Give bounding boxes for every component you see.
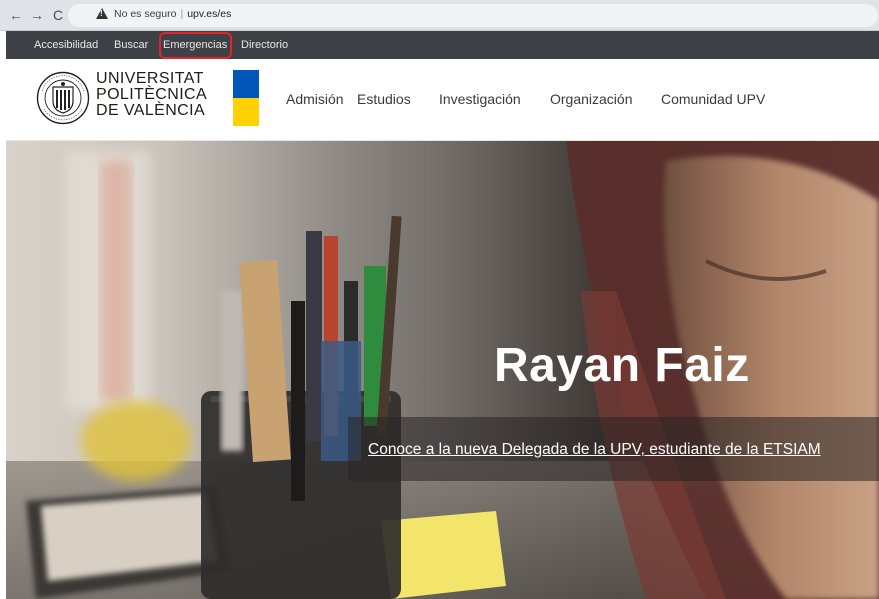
ukraine-flag[interactable] xyxy=(233,70,259,126)
warning-icon[interactable] xyxy=(96,8,108,19)
utility-link-accesibilidad[interactable]: Accesibilidad xyxy=(34,39,98,51)
university-wordmark[interactable]: UNIVERSITAT POLITÈCNICA DE VALÈNCIA xyxy=(96,71,207,119)
security-label: No es seguro xyxy=(114,8,177,20)
nav-organizacion[interactable]: Organización xyxy=(550,91,633,107)
browser-toolbar: ← → C No es seguro|upv.es/es xyxy=(0,0,879,31)
wordmark-line-3: DE VALÈNCIA xyxy=(96,102,206,119)
hero-banner: Rayan Faiz Conoce a la nueva Delegada de… xyxy=(6,141,879,599)
hero-title: Rayan Faiz xyxy=(494,339,750,392)
address-text[interactable]: No es seguro | upv.es/es xyxy=(114,8,231,20)
nav-estudios[interactable]: Estudios xyxy=(357,91,411,107)
nav-investigacion[interactable]: Investigación xyxy=(439,91,521,107)
university-seal-icon[interactable] xyxy=(36,71,90,125)
site-header: UNIVERSITAT POLITÈCNICA DE VALÈNCIA Admi… xyxy=(6,59,879,141)
utility-link-directorio[interactable]: Directorio xyxy=(241,39,288,51)
highlight-annotation xyxy=(159,32,232,59)
nav-admision[interactable]: Admisión xyxy=(286,91,344,107)
hero-caption-link[interactable]: Conoce a la nueva Delegada de la UPV, es… xyxy=(368,441,821,459)
forward-arrow-icon[interactable]: → xyxy=(29,7,45,23)
wordmark-line-1: UNIVERSITAT xyxy=(96,70,204,87)
reload-icon[interactable]: C xyxy=(50,7,66,23)
url-label: upv.es/es xyxy=(187,8,232,20)
utility-bar: Accesibilidad Buscar Emergencias Directo… xyxy=(6,31,879,59)
utility-link-buscar[interactable]: Buscar xyxy=(114,39,148,51)
wordmark-line-2: POLITÈCNICA xyxy=(96,86,208,103)
back-arrow-icon[interactable]: ← xyxy=(8,7,24,23)
nav-comunidad-upv[interactable]: Comunidad UPV xyxy=(661,91,765,107)
